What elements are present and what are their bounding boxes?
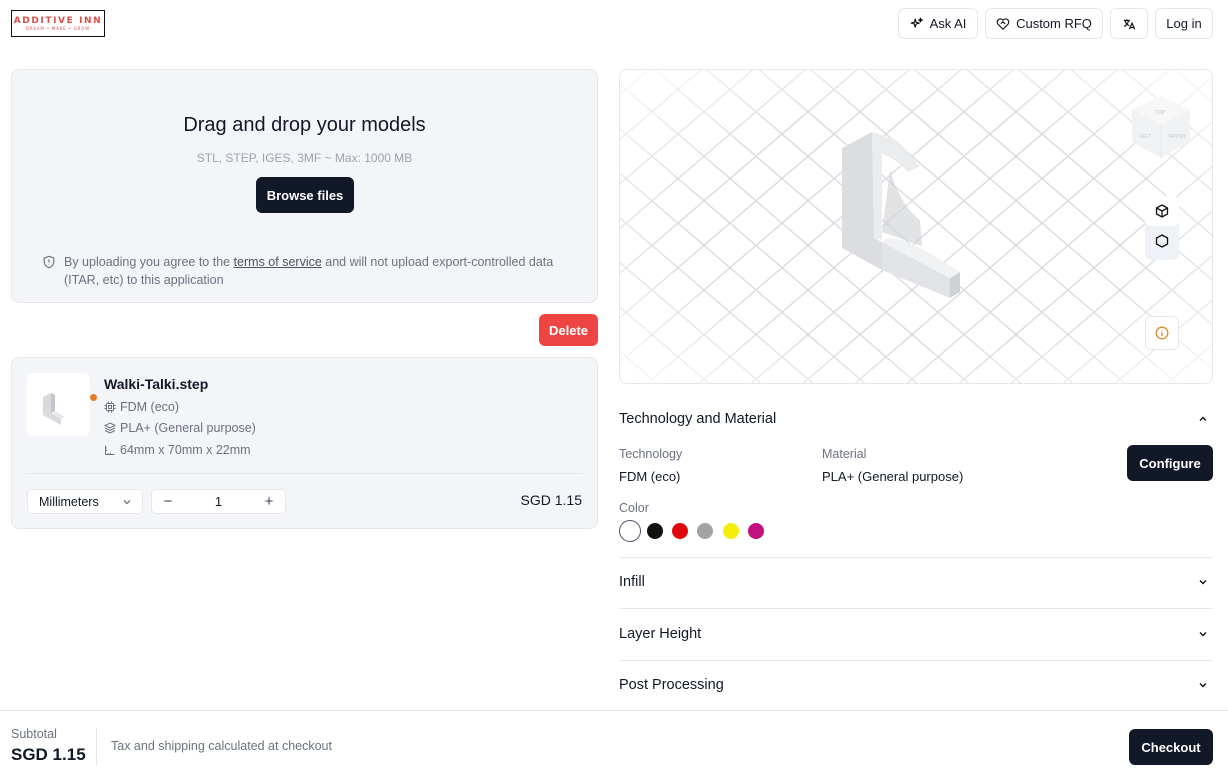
ask-ai-button[interactable]: Ask AI [898,8,978,39]
part-preview-image [43,393,65,425]
chevron-up-icon [1199,416,1207,421]
technology-material-title: Technology and Material [619,411,777,427]
part-price: SGD 1.15 [520,492,582,508]
view-cube-top-label: TOP [1155,110,1166,116]
post-processing-section-header[interactable]: Post Processing [619,660,1213,710]
layer-height-section-header[interactable]: Layer Height [619,609,1213,659]
chevron-down-icon [1199,632,1207,637]
part-dimensions-text: 64mm x 70mm x 22mm [120,443,251,457]
color-swatch-red[interactable] [672,523,688,539]
notice-text: By uploading you agree to the terms of s… [64,253,572,289]
chevron-down-icon [1199,683,1207,688]
brand-tagline: DREAM • MAKE • GROW [26,25,90,31]
part-technology-text: FDM (eco) [120,400,180,414]
checkout-button[interactable]: Checkout [1129,729,1213,765]
unit-select-value: Millimeters [39,494,99,509]
brand-name: ADDITIVE INN [13,15,103,26]
chevron-down-icon [123,499,131,504]
info-icon [1155,326,1169,340]
viewer-info-button[interactable] [1145,316,1179,350]
technology-value: FDM (eco) [619,469,681,484]
color-label: Color [619,501,649,515]
configure-button[interactable]: Configure [1127,445,1213,481]
notice-before: By uploading you agree to the [64,255,234,269]
solid-view-button[interactable] [1145,196,1179,226]
quantity-stepper[interactable]: − 1 + [151,489,286,514]
custom-rfq-button[interactable]: Custom RFQ [985,8,1103,39]
cpu-icon [104,401,116,413]
part-file-name: Walki-Talki.step [104,376,209,392]
login-button[interactable]: Log in [1155,8,1213,39]
subtotal-label: Subtotal [11,727,57,741]
color-swatch-yellow[interactable] [723,523,739,539]
infill-section-header[interactable]: Infill [619,557,1213,607]
part-technology: FDM (eco) [104,400,179,414]
part-status-dot [90,394,97,401]
layers-icon [104,422,116,434]
brand-logo[interactable]: ADDITIVE INN DREAM • MAKE • GROW [11,10,105,37]
color-swatch-white[interactable] [619,520,641,542]
shield-icon [43,255,55,269]
translate-icon [1123,18,1136,29]
material-label: Material [822,447,867,461]
tax-note: Tax and shipping calculated at checkout [111,739,332,753]
footer-vertical-divider [96,728,97,766]
layer-height-title: Layer Height [619,626,702,642]
login-label: Log in [1166,16,1202,31]
model-viewer[interactable]: TOP FRONT LEFT [619,69,1213,384]
decrement-button[interactable]: − [160,493,176,510]
heart-handshake-icon [996,17,1010,30]
post-processing-title: Post Processing [619,677,724,693]
upload-notice: By uploading you agree to the terms of s… [42,253,572,289]
terms-of-service-link[interactable]: terms of service [234,255,322,269]
view-cube-front-label: FRONT [1169,134,1186,140]
part-thumbnail [27,373,97,436]
upload-title: Drag and drop your models [183,114,426,136]
view-cube-left-label: LEFT [1139,134,1151,140]
color-swatch-magenta[interactable] [748,523,764,539]
upload-formats: STL, STEP, IGES, 3MF ~ Max: 1000 MB [196,151,413,165]
sparkles-icon [910,17,923,28]
part-material: PLA+ (General purpose) [104,421,256,435]
color-swatch-gray[interactable] [697,523,713,539]
chevron-down-icon [1199,580,1207,585]
part-card[interactable]: Walki-Talki.step FDM (eco) PLA+ (General… [11,357,598,529]
quantity-value[interactable]: 1 [215,494,222,509]
technology-label: Technology [619,447,683,461]
viewer-canvas[interactable]: TOP FRONT LEFT [620,70,1213,384]
unit-select[interactable]: Millimeters [27,489,143,514]
ask-ai-label: Ask AI [929,16,967,31]
technology-material-header[interactable]: Technology and Material [619,394,1213,444]
language-button[interactable] [1110,8,1148,39]
subtotal-value: SGD 1.15 [11,745,86,764]
material-value: PLA+ (General purpose) [822,469,964,484]
part-dimensions: 64mm x 70mm x 22mm [104,443,251,457]
infill-title: Infill [619,574,645,590]
increment-button[interactable]: + [261,493,277,510]
footer-divider [0,710,1228,711]
cube-solid-icon [1155,204,1169,218]
ruler-angle-icon [105,445,115,455]
custom-rfq-label: Custom RFQ [1016,16,1092,31]
divider [26,473,583,474]
browse-files-button[interactable]: Browse files [256,177,354,213]
part-material-text: PLA+ (General purpose) [120,421,256,435]
wireframe-view-button[interactable] [1145,226,1179,256]
delete-button[interactable]: Delete [539,314,598,346]
view-mode-toolbar [1145,196,1179,260]
color-swatch-black[interactable] [647,523,663,539]
upload-dropzone[interactable]: Drag and drop your models STL, STEP, IGE… [11,69,598,303]
hexagon-icon [1155,234,1169,248]
